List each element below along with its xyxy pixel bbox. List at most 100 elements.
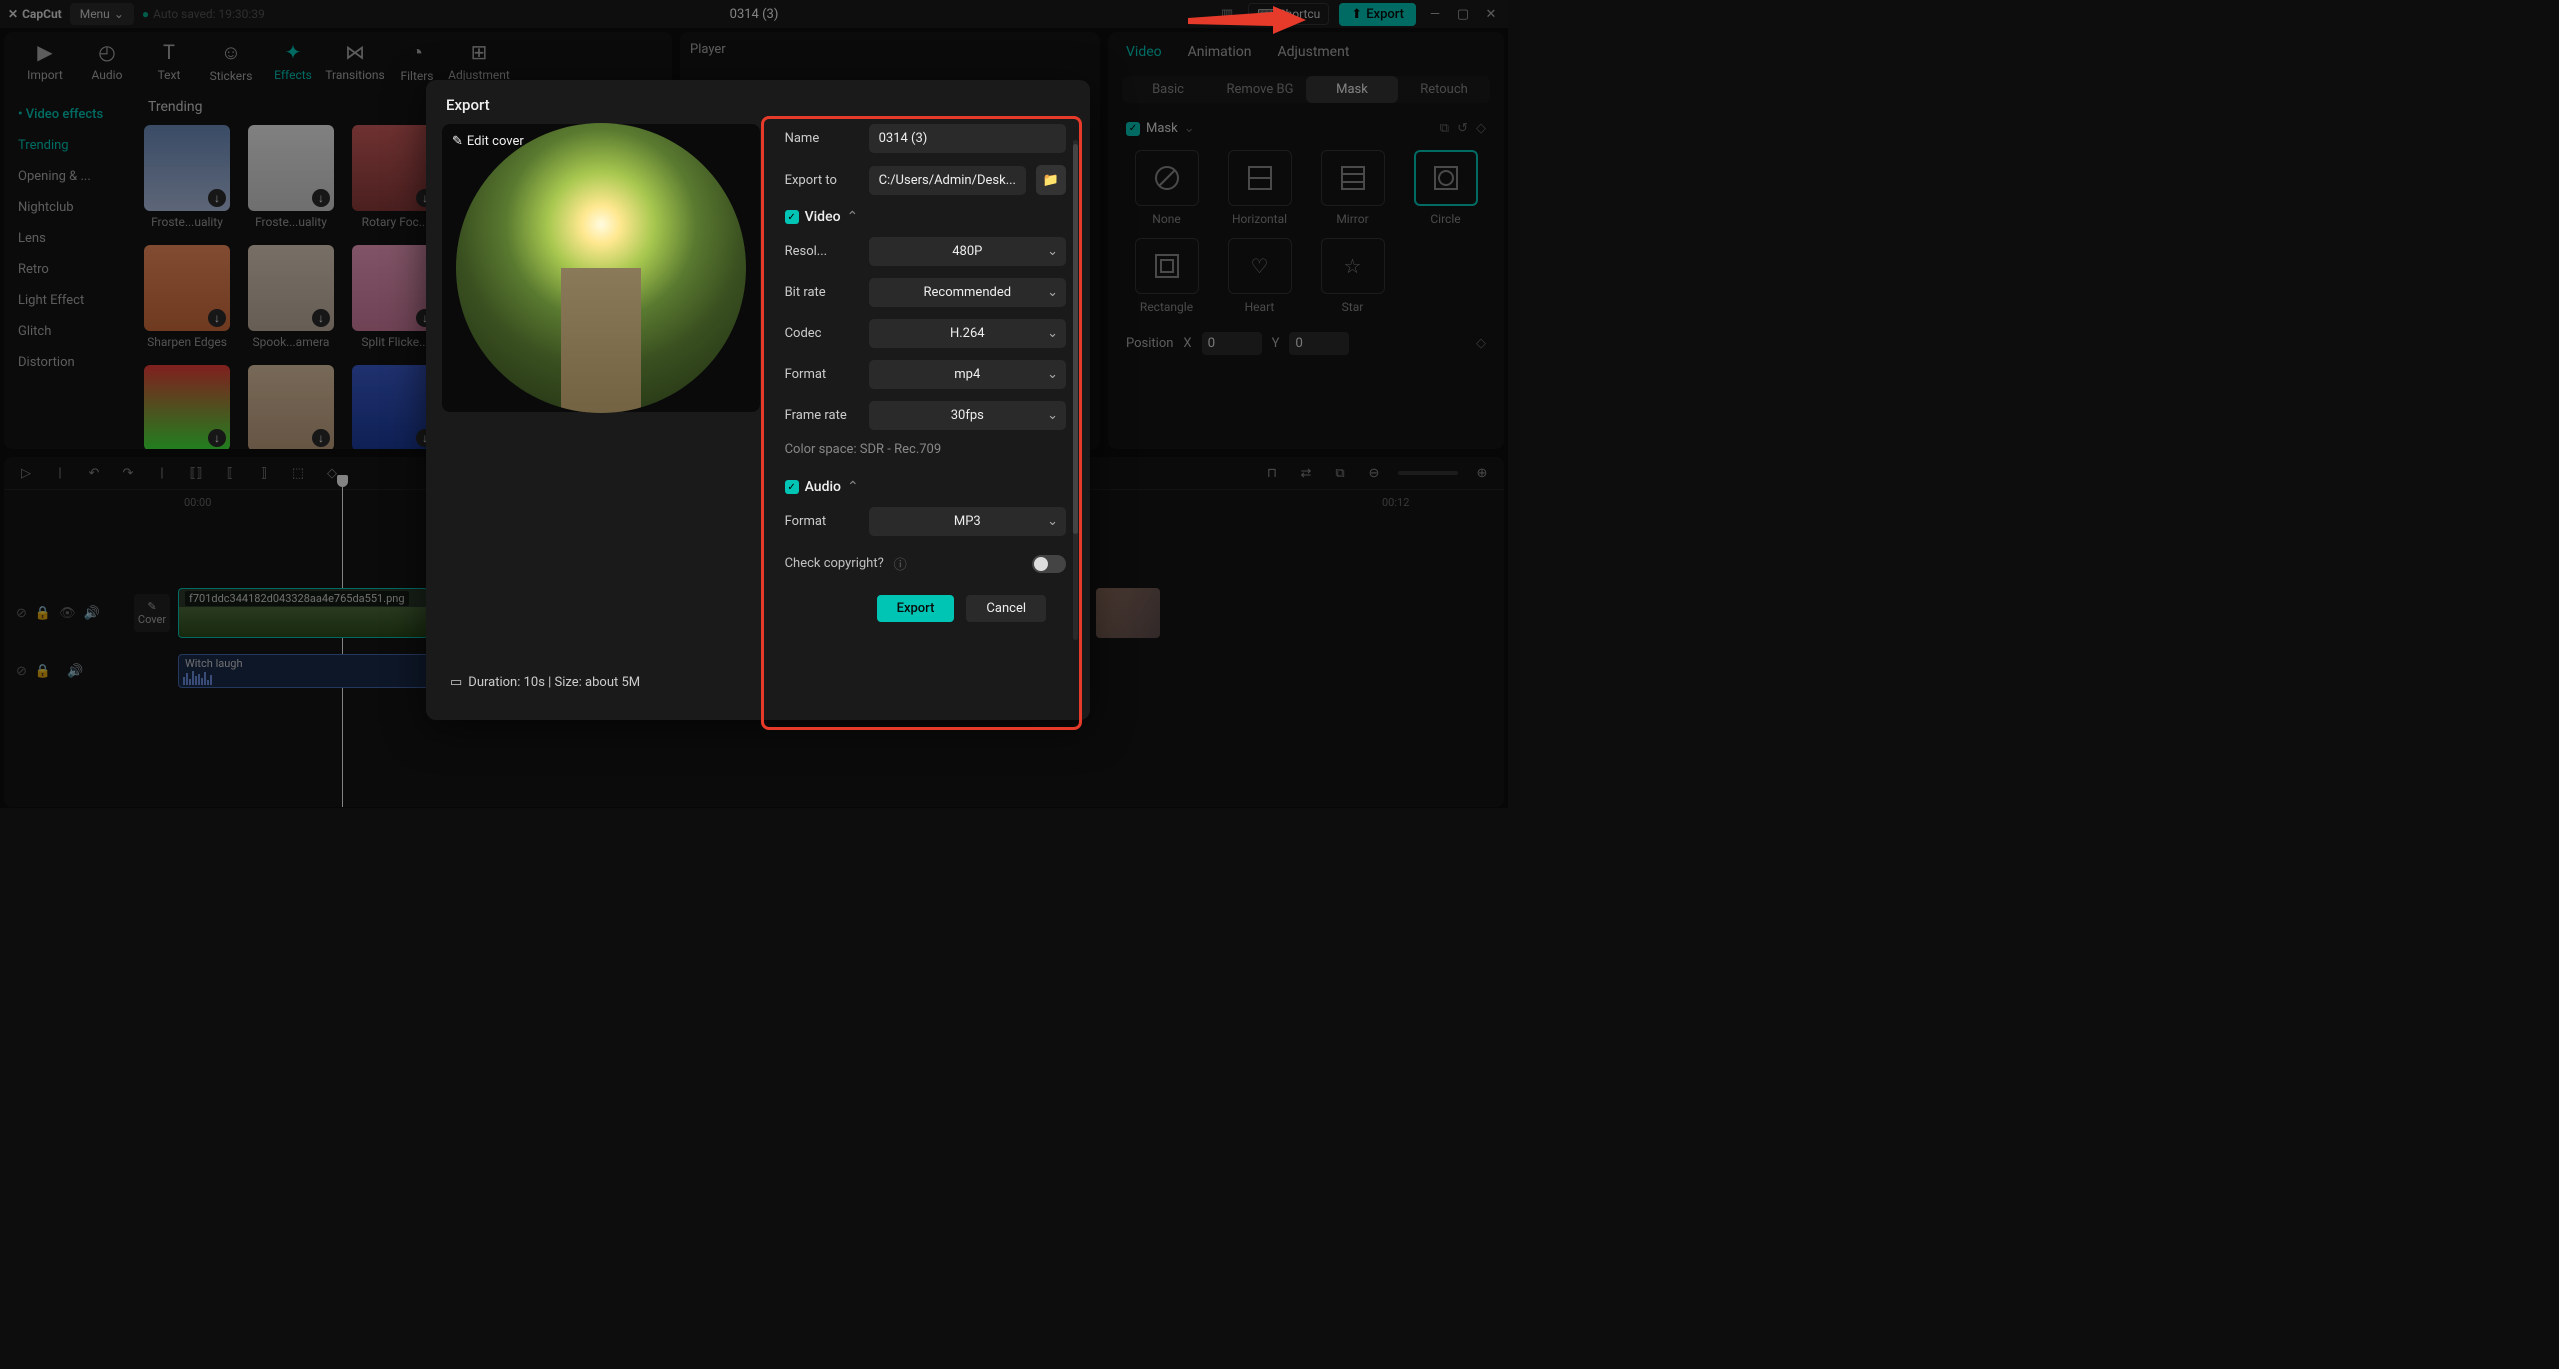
sidebar-item-trending[interactable]: Trending [4, 130, 136, 161]
dialog-scrollbar[interactable] [1073, 140, 1078, 640]
tab-transitions[interactable]: ⋈Transitions [324, 40, 386, 83]
menu-button[interactable]: Menu⌄ [70, 3, 134, 25]
mask-checkbox[interactable]: ✓ [1126, 122, 1140, 136]
mask-mirror[interactable]: Mirror [1312, 150, 1393, 226]
tab-import[interactable]: ▶Import [14, 40, 76, 83]
keyframe-icon[interactable]: ◇ [1476, 336, 1486, 351]
bitrate-select[interactable]: Recommended [869, 278, 1066, 307]
effect-item[interactable]: Froste...uality [248, 125, 334, 229]
position-y-input[interactable] [1289, 332, 1349, 355]
help-icon[interactable]: ⓘ [894, 554, 907, 573]
copy-icon[interactable]: ⧉ [1440, 121, 1449, 136]
position-label: Position [1126, 336, 1173, 351]
effect-item[interactable] [248, 365, 334, 449]
video-checkbox[interactable]: ✓ [785, 210, 799, 224]
video-clip[interactable] [1096, 588, 1160, 638]
framerate-select[interactable]: 30fps [869, 401, 1066, 430]
cover-button[interactable]: ✎Cover [134, 594, 170, 632]
codec-select[interactable]: H.264 [869, 319, 1066, 348]
name-input[interactable] [869, 124, 1066, 153]
tab-adjustment[interactable]: Adjustment [1278, 44, 1350, 60]
copyright-label: Check copyright? [785, 556, 884, 571]
dialog-export-button[interactable]: Export [877, 595, 955, 622]
effect-item[interactable]: Froste...uality [144, 125, 230, 229]
pointer-tool-icon[interactable]: ▷ [16, 463, 36, 483]
magnet-icon[interactable]: ⊓ [1262, 463, 1282, 483]
effect-item[interactable]: Spook...amera [248, 245, 334, 349]
visible-icon[interactable]: 👁 [59, 606, 76, 621]
mask-rectangle[interactable]: Rectangle [1126, 238, 1207, 314]
export-button[interactable]: ⬆ Export [1339, 3, 1416, 26]
format-select[interactable]: mp4 [869, 360, 1066, 389]
browse-folder-button[interactable]: 📁 [1036, 165, 1066, 195]
lock-icon[interactable]: 🔒 [35, 664, 51, 679]
resolution-select[interactable]: 480P [869, 237, 1066, 266]
dialog-cancel-button[interactable]: Cancel [966, 595, 1046, 622]
mask-heart[interactable]: ♡Heart [1219, 238, 1300, 314]
tab-video[interactable]: Video [1126, 44, 1162, 60]
tab-filters[interactable]: ◔Filters [386, 40, 448, 83]
tab-audio[interactable]: ◴Audio [76, 40, 138, 83]
split-icon[interactable]: ⟦⟧ [186, 463, 206, 483]
audio-format-select[interactable]: MP3 [869, 507, 1066, 536]
zoom-out-icon[interactable]: ⊖ [1364, 463, 1384, 483]
shortcut-button[interactable]: ⌨ Shortcu [1248, 3, 1329, 25]
sidebar-item-lens[interactable]: Lens [4, 223, 136, 254]
effect-item[interactable]: Sharpen Edges [144, 245, 230, 349]
playhead[interactable] [342, 481, 343, 807]
mask-horizontal[interactable]: Horizontal [1219, 150, 1300, 226]
sidebar-header[interactable]: • Video effects [4, 99, 136, 130]
export-dialog: Export ✎ Edit cover Name Export to C:/Us… [426, 80, 1090, 720]
subtab-mask[interactable]: Mask [1306, 76, 1398, 103]
reset-icon[interactable]: ↺ [1457, 121, 1468, 136]
mute-icon[interactable]: ⊘ [16, 606, 27, 621]
sidebar-item-nightclub[interactable]: Nightclub [4, 192, 136, 223]
audio-icon[interactable]: 🔊 [67, 664, 83, 679]
effect-item[interactable] [144, 365, 230, 449]
dialog-title: Export [426, 80, 1090, 124]
split-left-icon[interactable]: ⟦ [220, 463, 240, 483]
zoom-in-icon[interactable]: ⊕ [1472, 463, 1492, 483]
minimize-icon[interactable]: — [1426, 5, 1444, 23]
tab-effects[interactable]: ✦Effects [262, 40, 324, 83]
sidebar-item-opening[interactable]: Opening & ... [4, 161, 136, 192]
copyright-toggle[interactable] [1032, 555, 1066, 573]
redo-icon[interactable]: ↷ [118, 463, 138, 483]
maximize-icon[interactable]: ▢ [1454, 5, 1472, 23]
sidebar-item-distortion[interactable]: Distortion [4, 347, 136, 378]
subtab-retouch[interactable]: Retouch [1398, 76, 1490, 103]
close-icon[interactable]: ✕ [1482, 5, 1500, 23]
video-clip[interactable]: f701ddc344182d043328aa4e765da551.png [178, 588, 428, 638]
position-x-input[interactable] [1202, 332, 1262, 355]
mask-none[interactable]: None [1126, 150, 1207, 226]
zoom-slider[interactable] [1398, 471, 1458, 475]
cover-image [456, 123, 746, 413]
subtab-removebg[interactable]: Remove BG [1214, 76, 1306, 103]
audio-checkbox[interactable]: ✓ [785, 480, 799, 494]
undo-icon[interactable]: ↶ [84, 463, 104, 483]
sidebar-item-retro[interactable]: Retro [4, 254, 136, 285]
layout-icon[interactable]: ▥ [1216, 3, 1238, 25]
sidebar-item-glitch[interactable]: Glitch [4, 316, 136, 347]
mask-circle[interactable]: Circle [1405, 150, 1486, 226]
preview-icon[interactable]: ⧉ [1330, 463, 1350, 483]
keyframe-icon[interactable]: ◇ [1476, 121, 1486, 136]
crop-icon[interactable]: ⬚ [288, 463, 308, 483]
colorspace-note: Color space: SDR - Rec.709 [785, 442, 1066, 457]
tab-animation[interactable]: Animation [1188, 44, 1252, 60]
tab-stickers[interactable]: ☺Stickers [200, 40, 262, 83]
mask-star[interactable]: ☆Star [1312, 238, 1393, 314]
subtab-basic[interactable]: Basic [1122, 76, 1214, 103]
link-icon[interactable]: ⇄ [1296, 463, 1316, 483]
audio-icon[interactable]: 🔊 [84, 606, 100, 621]
edit-cover-button[interactable]: ✎ Edit cover [452, 134, 524, 149]
export-duration: ▭ Duration: 10s | Size: about 5M [446, 661, 644, 704]
mask-label: Mask [1146, 121, 1178, 136]
sidebar-item-lighteffect[interactable]: Light Effect [4, 285, 136, 316]
tab-adjustment[interactable]: ⊞Adjustment [448, 40, 510, 83]
split-right-icon[interactable]: ⟧ [254, 463, 274, 483]
effects-sidebar: • Video effects Trending Opening & ... N… [4, 91, 136, 449]
lock-icon[interactable]: 🔒 [35, 606, 51, 621]
tab-text[interactable]: TText [138, 40, 200, 83]
mute-icon[interactable]: ⊘ [16, 664, 27, 679]
